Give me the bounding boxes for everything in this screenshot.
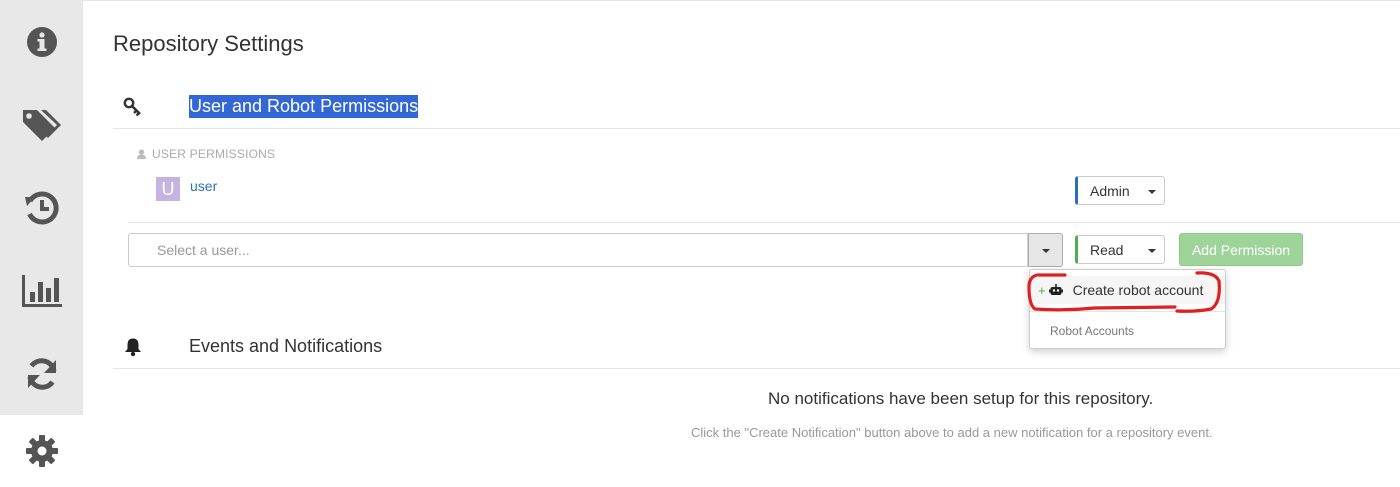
user-icon	[137, 149, 146, 159]
create-robot-account-label: Create robot account	[1072, 282, 1204, 298]
robot-icon	[1048, 284, 1063, 296]
info-icon	[26, 26, 57, 57]
notifications-section-title: Events and Notifications	[189, 336, 383, 356]
row-divider	[128, 222, 1400, 223]
caret-down-icon	[1148, 249, 1156, 253]
empty-notifications-title: No notifications have been setup for thi…	[768, 389, 1154, 408]
role-select-value: Read	[1090, 241, 1124, 258]
tags-icon	[22, 109, 61, 141]
sidebar-item-settings[interactable]	[0, 415, 83, 487]
sidebar-item-history[interactable]	[0, 166, 83, 249]
role-select-value: Admin	[1090, 182, 1130, 199]
user-link[interactable]: user	[190, 178, 217, 194]
key-icon	[123, 97, 141, 117]
refresh-icon	[27, 357, 56, 390]
gear-icon	[25, 435, 58, 467]
empty-notifications-subtitle: Click the "Create Notification" button a…	[691, 425, 1213, 440]
caret-down-icon	[1042, 249, 1050, 253]
bar-chart-icon	[21, 274, 62, 307]
avatar: U	[156, 177, 180, 201]
menu-divider	[1030, 311, 1225, 312]
sidebar-item-tags[interactable]	[0, 83, 83, 166]
permissions-section-header: User and Robot Permissions	[113, 85, 1400, 129]
bell-icon	[125, 338, 141, 357]
page-title: Repository Settings	[113, 31, 304, 56]
role-select-read[interactable]: Read	[1075, 235, 1165, 264]
role-select-admin[interactable]: Admin	[1075, 176, 1165, 205]
sidebar-rail	[0, 0, 83, 487]
history-icon	[24, 190, 59, 224]
sidebar-item-info[interactable]	[0, 0, 83, 83]
notifications-section-header: Events and Notifications	[113, 325, 1400, 369]
create-robot-account-item[interactable]: + Create robot account	[1030, 276, 1225, 304]
permissions-section-title: User and Robot Permissions	[189, 95, 419, 118]
entity-dropdown-toggle[interactable]	[1028, 233, 1063, 267]
user-permissions-label: USER PERMISSIONS	[137, 147, 275, 161]
user-permission-row: U user	[156, 177, 217, 201]
add-permission-button[interactable]: Add Permission	[1179, 233, 1303, 266]
sidebar-item-stats[interactable]	[0, 249, 83, 332]
sidebar-item-mirroring[interactable]	[0, 332, 83, 415]
caret-down-icon	[1148, 190, 1156, 194]
plus-icon: +	[1038, 282, 1046, 298]
select-user-input[interactable]	[128, 233, 1028, 267]
main-content: Repository Settings User and Robot Permi…	[83, 0, 1400, 487]
